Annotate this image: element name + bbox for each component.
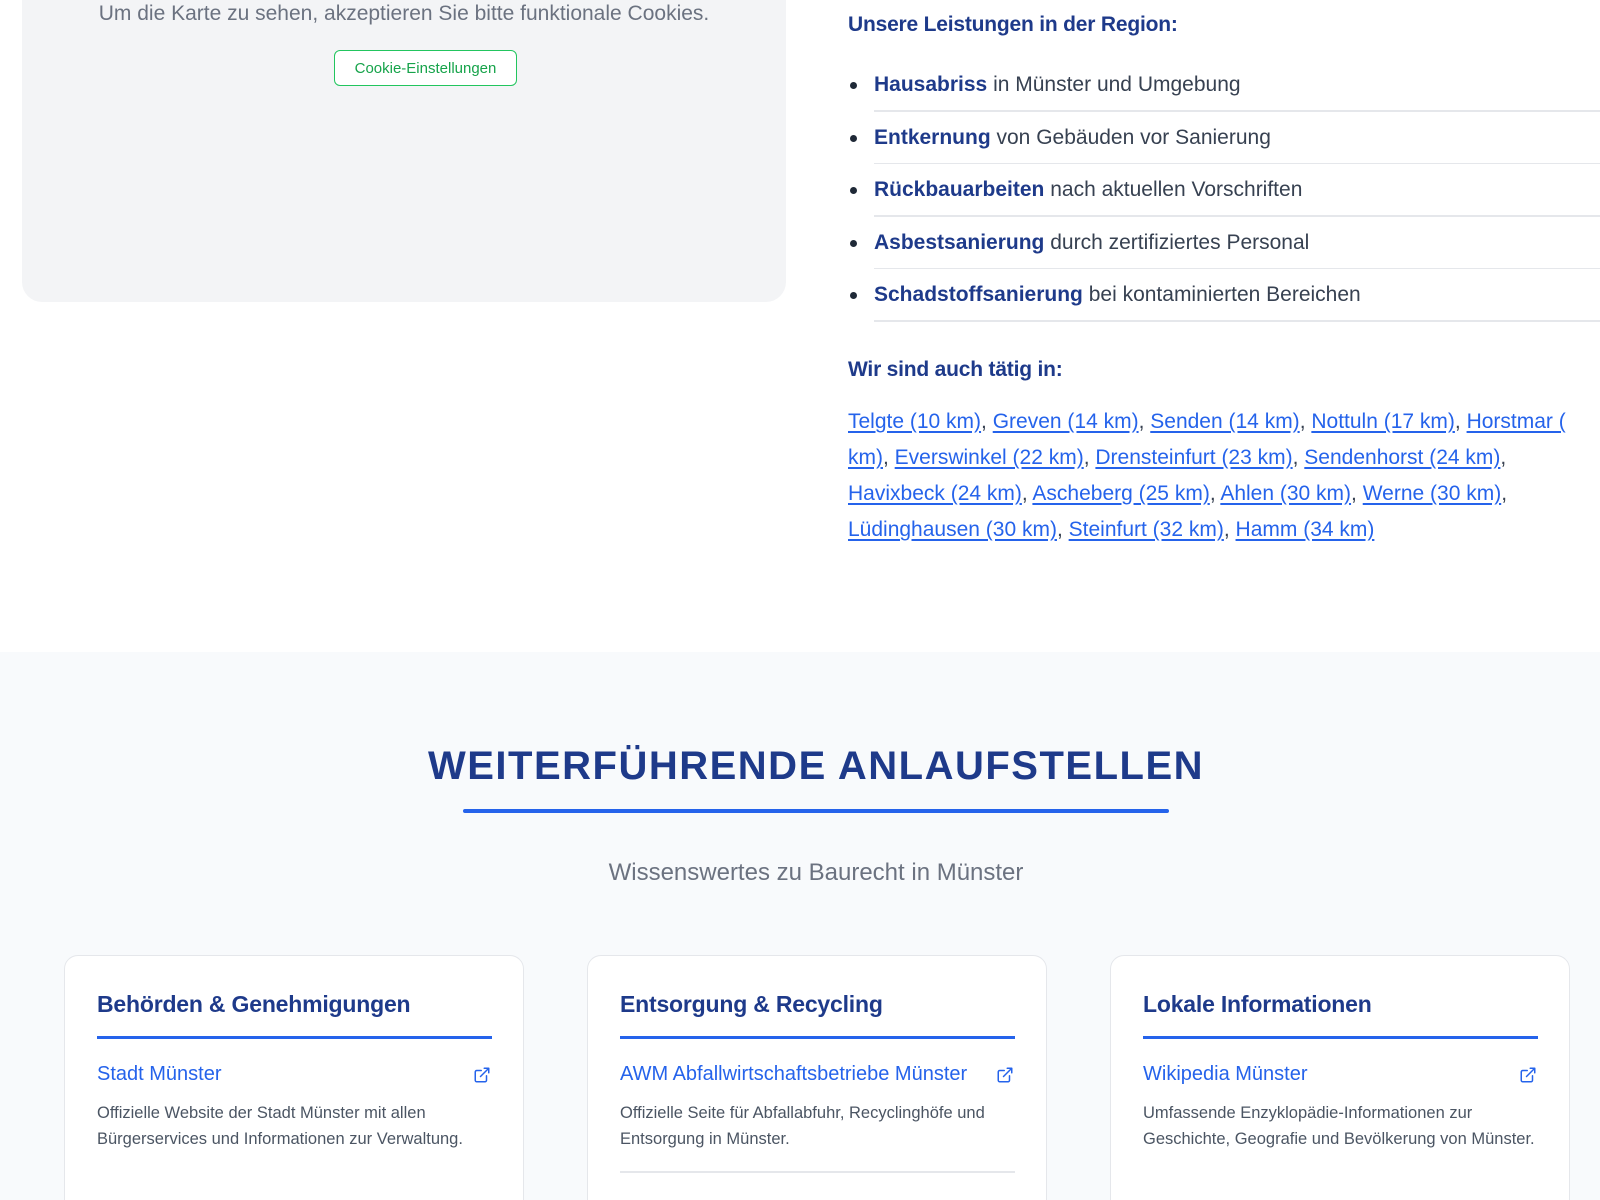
services-heading: Unsere Leistungen in der Region: (848, 13, 1178, 36)
resource-card-authorities: Behörden & Genehmigungen Stadt Münster O… (64, 955, 524, 1200)
card-title: Lokale Informationen (1143, 991, 1372, 1017)
town-link-senden[interactable]: Senden (14 km) (1150, 410, 1299, 433)
external-link-icon[interactable] (996, 1066, 1014, 1084)
town-link-telgte[interactable]: Telgte (10 km) (848, 410, 981, 433)
card-title: Behörden & Genehmigungen (97, 991, 411, 1017)
town-link-horstmar-cont[interactable]: km) (848, 446, 883, 469)
service-description: in Münster und Umgebung (987, 73, 1241, 96)
resource-description: Umfassende Enzyklopädie-Informationen zu… (1143, 1104, 1535, 1148)
services-list: Hausabriss in Münster und Umgebung Entke… (848, 59, 1600, 322)
service-name: Rückbauarbeiten (874, 178, 1045, 201)
towns-list: Telgte (10 km), Greven (14 km), Senden (… (848, 410, 1566, 541)
towns-heading: Wir sind auch tätig in: (848, 358, 1063, 381)
town-link-nottuln[interactable]: Nottuln (17 km) (1311, 410, 1455, 433)
resource-link-awm[interactable]: AWM Abfallwirtschaftsbetriebe Münster (620, 1063, 967, 1086)
service-description: bei kontaminierten Bereichen (1082, 283, 1361, 306)
town-link-luedinghausen[interactable]: Lüdinghausen (30 km) (848, 518, 1057, 541)
town-link-ahlen[interactable]: Ahlen (30 km) (1220, 482, 1351, 505)
town-link-everswinkel[interactable]: Everswinkel (22 km) (895, 446, 1084, 469)
cookie-settings-button[interactable]: Cookie-Einstellungen (334, 50, 517, 86)
resources-section: WEITERFÜHRENDE ANLAUFSTELLEN Wissenswert… (0, 652, 1600, 1200)
service-item: Rückbauarbeiten nach aktuellen Vorschrif… (848, 164, 1600, 217)
town-link-werne[interactable]: Werne (30 km) (1363, 482, 1501, 505)
service-description: durch zertifiziertes Personal (1044, 230, 1310, 254)
town-link-havixbeck[interactable]: Havixbeck (24 km) (848, 482, 1022, 505)
service-name: Schadstoffsanierung (874, 283, 1083, 306)
service-item: Hausabriss in Münster und Umgebung (848, 59, 1600, 112)
title-underline (463, 809, 1169, 813)
map-cookie-message: Um die Karte zu sehen, akzeptieren Sie b… (98, 2, 710, 25)
service-item: Asbestsanierung durch zertifiziertes Per… (848, 217, 1600, 269)
service-name: Asbestsanierung (874, 230, 1045, 254)
service-description: nach aktuellen Vorschriften (1044, 178, 1303, 201)
town-link-sendenhorst[interactable]: Sendenhorst (24 km) (1304, 446, 1500, 469)
town-link-hamm[interactable]: Hamm (34 km) (1236, 518, 1375, 541)
service-item: Schadstoffsanierung bei kontaminierten B… (848, 269, 1600, 322)
resource-card-disposal: Entsorgung & Recycling AWM Abfallwirtsch… (587, 955, 1047, 1200)
card-title: Entsorgung & Recycling (620, 991, 883, 1017)
resource-description: Offizielle Website der Stadt Münster mit… (97, 1104, 463, 1148)
town-link-greven[interactable]: Greven (14 km) (993, 410, 1139, 433)
resource-link-stadt-muenster[interactable]: Stadt Münster (97, 1063, 222, 1086)
divider (874, 320, 1600, 322)
card-title-underline (620, 1036, 1015, 1039)
bullet-dot (850, 134, 857, 142)
bullet-dot (850, 292, 857, 299)
service-name: Entkernung (874, 125, 991, 149)
map-placeholder: Um die Karte zu sehen, akzeptieren Sie b… (22, 0, 786, 302)
town-link-drensteinfurt[interactable]: Drensteinfurt (23 km) (1095, 446, 1292, 469)
bullet-dot (850, 82, 857, 89)
resource-description: Offizielle Seite für Abfallabfuhr, Recyc… (620, 1104, 985, 1148)
town-link-horstmar[interactable]: Horstmar ( (1467, 410, 1566, 433)
bullet-dot (850, 187, 857, 194)
card-divider (620, 1171, 1015, 1173)
town-link-ascheberg[interactable]: Ascheberg (25 km) (1032, 482, 1209, 505)
resource-card-local-info: Lokale Informationen Wikipedia Münster U… (1110, 955, 1570, 1200)
section-title: WEITERFÜHRENDE ANLAUFSTELLEN (427, 744, 1205, 788)
card-title-underline (97, 1036, 492, 1039)
service-item: Entkernung von Gebäuden vor Sanierung (848, 112, 1600, 164)
external-link-icon[interactable] (473, 1066, 491, 1084)
bullet-dot (850, 239, 857, 247)
town-link-steinfurt[interactable]: Steinfurt (32 km) (1069, 518, 1224, 541)
service-description: von Gebäuden vor Sanierung (990, 125, 1271, 149)
external-link-icon[interactable] (1519, 1066, 1537, 1084)
resource-link-wikipedia[interactable]: Wikipedia Münster (1143, 1063, 1308, 1086)
service-name: Hausabriss (874, 73, 988, 96)
section-subtitle: Wissenswertes zu Baurecht in Münster (608, 859, 1024, 886)
card-title-underline (1143, 1036, 1538, 1039)
